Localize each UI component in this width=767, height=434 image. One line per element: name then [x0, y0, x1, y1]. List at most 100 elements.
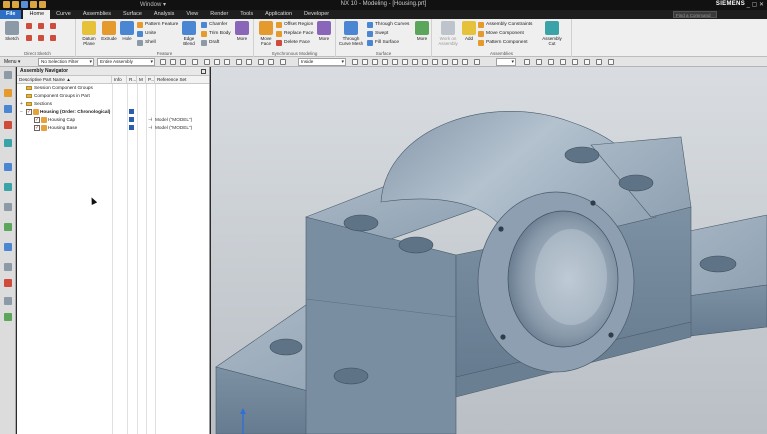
tree-row-housing-base[interactable]: ✓ Housing Base ⊣ Model ("MODEL"): [17, 124, 209, 132]
view-orient-icon[interactable]: [524, 59, 530, 65]
pattern-feature-button[interactable]: Pattern Feature: [137, 21, 178, 29]
move-face-button[interactable]: Move Face: [257, 21, 275, 46]
maximize-icon[interactable]: [201, 69, 206, 74]
trim-body-button[interactable]: Trim Body: [201, 30, 231, 38]
snap-count-dropdown[interactable]: [496, 58, 516, 66]
render-style-icon[interactable]: [572, 59, 578, 65]
gear-icon[interactable]: [4, 71, 12, 79]
point-tool[interactable]: [50, 34, 56, 42]
unite-button[interactable]: Unite: [137, 30, 156, 38]
existing-point-icon[interactable]: [442, 59, 448, 65]
command-finder-input[interactable]: Find a Command: [673, 11, 717, 18]
graphics-window[interactable]: [211, 67, 767, 434]
hd3d-tools-icon[interactable]: [4, 163, 12, 171]
tab-application[interactable]: Application: [259, 10, 298, 19]
circle-tool[interactable]: [38, 34, 44, 42]
tab-render[interactable]: Render: [204, 10, 234, 19]
tab-home[interactable]: Home: [23, 10, 51, 19]
constraint-navigator-icon[interactable]: [4, 105, 12, 113]
shell-button[interactable]: Shell: [137, 39, 156, 47]
display-icon[interactable]: [584, 59, 590, 65]
feature-select-icon[interactable]: [258, 59, 264, 65]
column-info[interactable]: Info: [112, 76, 127, 84]
select-all-icon[interactable]: [170, 59, 176, 65]
housing-3d-model[interactable]: [211, 67, 767, 434]
delete-face-button[interactable]: Delete Face: [276, 39, 310, 47]
replace-face-button[interactable]: Replace Face: [276, 30, 314, 38]
swept-button[interactable]: Swept: [367, 30, 388, 38]
tangent-snap-icon[interactable]: [382, 59, 388, 65]
edge-blend-button[interactable]: Edge Blend: [179, 21, 199, 46]
web-browser-icon[interactable]: [4, 183, 12, 191]
intersection-snap-icon[interactable]: [372, 59, 378, 65]
tab-tools[interactable]: Tools: [234, 10, 259, 19]
tab-developer[interactable]: Developer: [298, 10, 335, 19]
chamfer-button[interactable]: Chamfer: [201, 21, 227, 29]
rectangle-tool[interactable]: [38, 22, 44, 30]
tree-row-housing-assembly[interactable]: − ✓ Housing (Order: Chronological): [17, 108, 209, 116]
point-on-curve-icon[interactable]: [412, 59, 418, 65]
tree-row-session-component-groups[interactable]: Session Component Groups: [17, 84, 209, 92]
midpoint-snap-icon[interactable]: [214, 59, 220, 65]
edge-select-icon[interactable]: [246, 59, 252, 65]
tree-row-housing-cap[interactable]: ✓ Housing Cap ⊣ Model ("MODEL"): [17, 116, 209, 124]
column-descriptive-part-name[interactable]: Descriptive Part Name ▲: [17, 76, 112, 84]
extrude-button[interactable]: Extrude: [100, 21, 118, 41]
line-tool[interactable]: [26, 22, 32, 30]
through-curve-mesh-button[interactable]: Through Curve Mesh: [338, 21, 364, 46]
manufacturing-wizards-icon[interactable]: [4, 263, 12, 271]
menu-button[interactable]: Menu ▾: [4, 58, 20, 66]
more-feature-button[interactable]: More: [234, 21, 250, 41]
tab-analysis[interactable]: Analysis: [148, 10, 180, 19]
body-select-icon[interactable]: [268, 59, 274, 65]
sketch-button[interactable]: Sketch: [3, 21, 21, 41]
hole-button[interactable]: Hole: [119, 21, 135, 41]
collapse-icon[interactable]: −: [20, 108, 23, 116]
filter-icon[interactable]: [160, 59, 166, 65]
visibility-checkbox[interactable]: ✓: [34, 117, 40, 123]
grid-snap-icon[interactable]: [362, 59, 368, 65]
system-materials-icon[interactable]: [4, 223, 12, 231]
assembly-constraints-button[interactable]: Assembly Constraints: [478, 21, 532, 29]
visibility-checkbox[interactable]: ✓: [26, 109, 32, 115]
process-studio-icon[interactable]: [4, 243, 12, 251]
quadrant-snap-icon[interactable]: [392, 59, 398, 65]
datum-plane-button[interactable]: Datum Plane: [79, 21, 99, 46]
tab-view[interactable]: View: [180, 10, 204, 19]
settings-icon[interactable]: [608, 59, 614, 65]
pattern-component-button[interactable]: Pattern Component: [478, 39, 528, 47]
column-modified[interactable]: M: [137, 76, 146, 84]
polyline-tool[interactable]: [50, 22, 56, 30]
visibility-checkbox[interactable]: ✓: [34, 125, 40, 131]
assembly-navigator-icon[interactable]: [4, 89, 12, 97]
reuse-library-icon[interactable]: [4, 139, 12, 147]
tab-file[interactable]: File: [0, 10, 22, 19]
tab-assemblies[interactable]: Assemblies: [77, 10, 117, 19]
tree-row-component-groups-in-part[interactable]: Component Groups in Part: [17, 92, 209, 100]
pole-icon[interactable]: [462, 59, 468, 65]
snap-toggle-icon[interactable]: [474, 59, 480, 65]
more-sync-button[interactable]: More: [316, 21, 332, 41]
history-icon[interactable]: [4, 203, 12, 211]
selection-filter-dropdown[interactable]: No Selection Filter: [38, 58, 94, 66]
window-controls[interactable]: _ ▢ ✕: [747, 1, 764, 8]
column-read-only[interactable]: R...: [127, 76, 137, 84]
through-curves-button[interactable]: Through Curves: [367, 21, 409, 29]
tab-curve[interactable]: Curve: [50, 10, 77, 19]
arc-tool[interactable]: [26, 34, 32, 42]
column-reference-set[interactable]: Reference Set: [155, 76, 210, 84]
endpoint-snap-icon[interactable]: [204, 59, 210, 65]
draft-button[interactable]: Draft: [201, 39, 219, 47]
palette-icon[interactable]: [4, 313, 12, 321]
more-surface-button[interactable]: More: [414, 21, 430, 41]
tree-row-sections[interactable]: + Sections: [17, 100, 209, 108]
tab-surface[interactable]: Surface: [117, 10, 148, 19]
move-component-button[interactable]: Move Component: [478, 30, 524, 38]
part-navigator-icon[interactable]: [4, 121, 12, 129]
zoom-icon[interactable]: [548, 59, 554, 65]
expand-icon[interactable]: +: [20, 100, 23, 108]
system-scenes-icon[interactable]: [4, 297, 12, 305]
snap-icon[interactable]: [192, 59, 198, 65]
column-position[interactable]: P...: [146, 76, 155, 84]
snap-point-icon[interactable]: [352, 59, 358, 65]
